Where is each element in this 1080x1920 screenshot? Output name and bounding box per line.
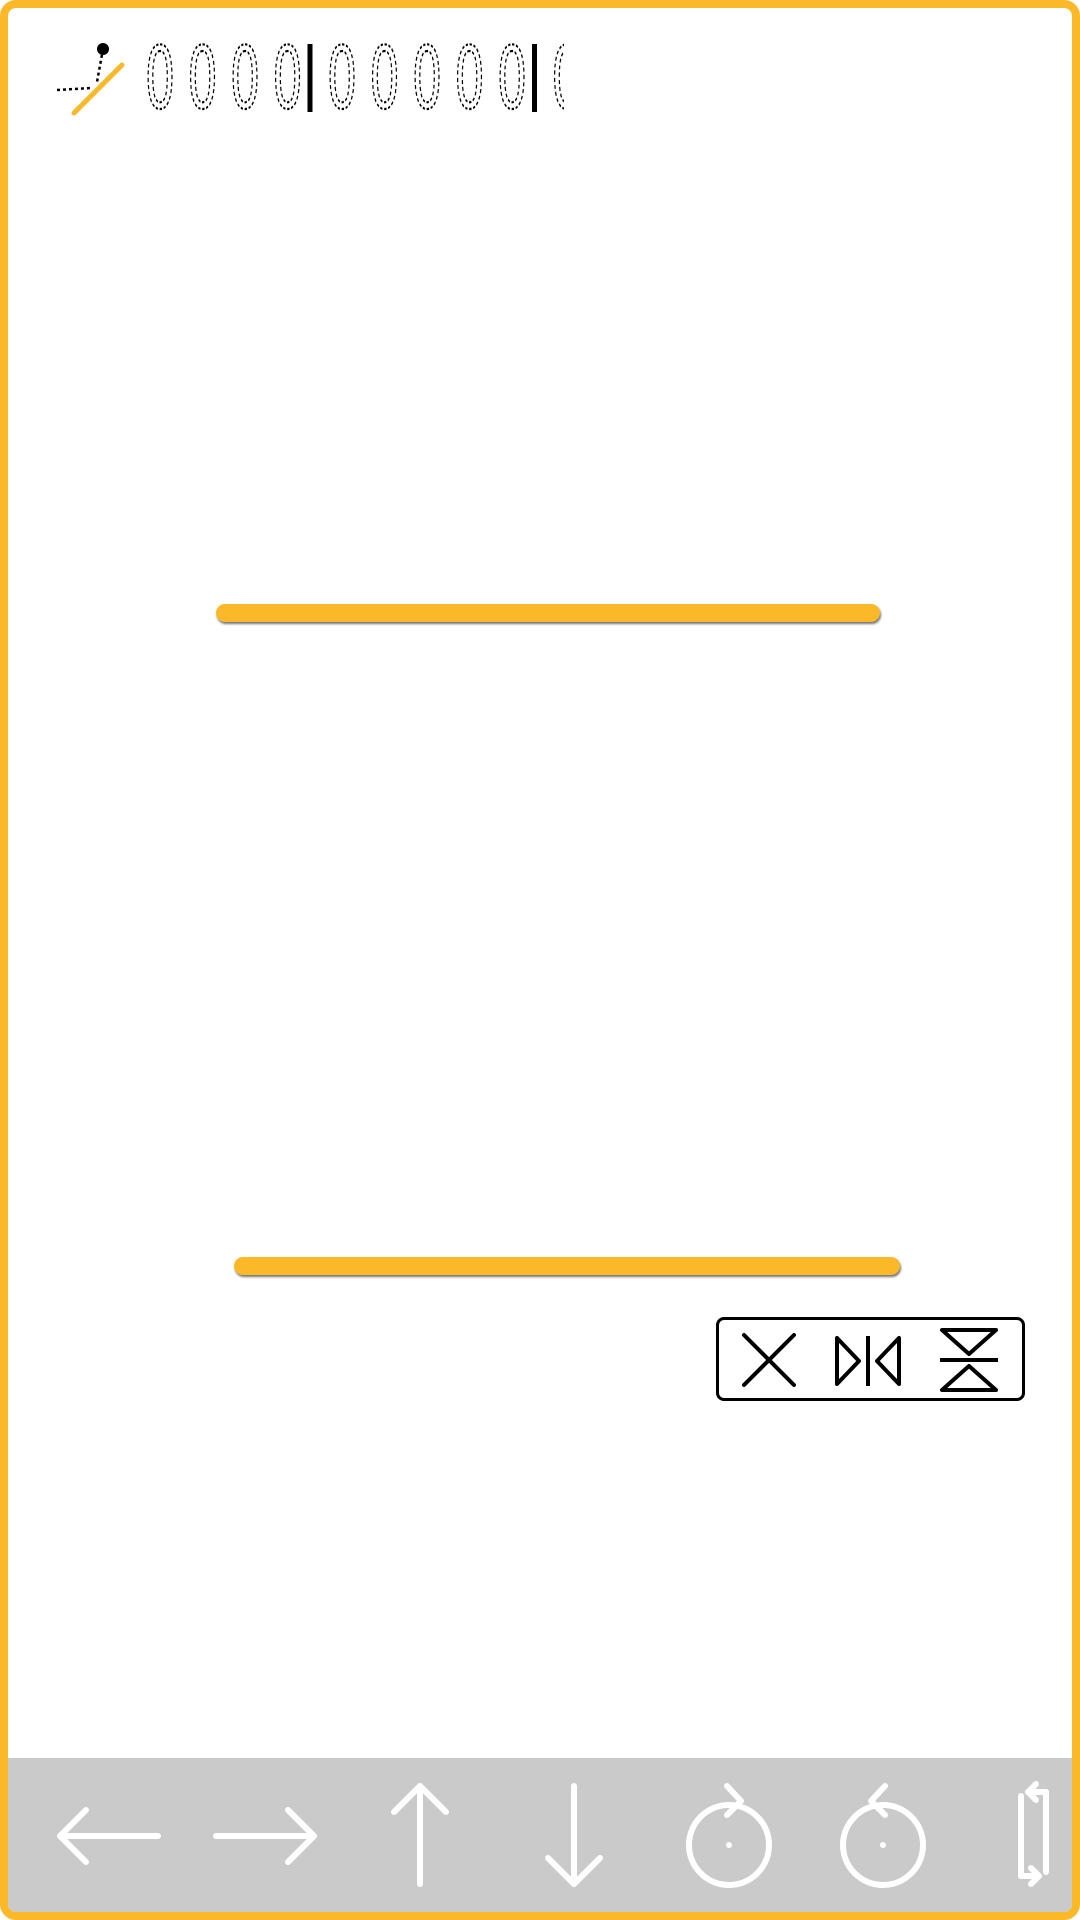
counter-digit: 0 bbox=[552, 32, 565, 122]
rotate-counterclockwise-button[interactable] bbox=[823, 1776, 943, 1896]
move-down-button[interactable] bbox=[514, 1776, 634, 1896]
arrow-down-icon bbox=[545, 1783, 603, 1887]
flip-vertical-button[interactable] bbox=[934, 1328, 1006, 1392]
flip-vertical-icon bbox=[940, 1328, 998, 1392]
rotate-clockwise-button[interactable] bbox=[669, 1776, 789, 1896]
arrow-left-icon bbox=[57, 1807, 161, 1865]
delete-button[interactable] bbox=[733, 1328, 805, 1392]
counter-digit: 0 bbox=[188, 32, 218, 122]
controls-bar bbox=[8, 1758, 1072, 1912]
arrow-right-icon bbox=[213, 1807, 317, 1865]
rotate-counterclockwise-icon bbox=[840, 1783, 926, 1888]
lower-platform[interactable] bbox=[234, 1257, 900, 1275]
close-icon bbox=[742, 1333, 796, 1387]
flip-horizontal-button[interactable] bbox=[832, 1328, 904, 1392]
upper-platform[interactable] bbox=[216, 604, 880, 622]
pendulum-angle-icon bbox=[56, 43, 125, 116]
counter-digit: 0 bbox=[497, 32, 527, 122]
score-counter: 0000000000 bbox=[44, 32, 564, 122]
swap-button[interactable] bbox=[996, 1776, 1072, 1896]
counter-digit: 0 bbox=[412, 32, 442, 122]
transform-panel bbox=[716, 1317, 1025, 1401]
counter-digit: 0 bbox=[370, 32, 400, 122]
move-right-button[interactable] bbox=[204, 1776, 324, 1896]
move-up-button[interactable] bbox=[360, 1776, 480, 1896]
arrow-up-icon bbox=[391, 1783, 449, 1887]
counter-digit: 0 bbox=[145, 32, 175, 122]
game-frame: 0000000000 bbox=[0, 0, 1080, 1920]
flip-horizontal-icon bbox=[835, 1336, 901, 1386]
counter-digit: 0 bbox=[455, 32, 485, 122]
counter-digit: 0 bbox=[230, 32, 260, 122]
counter-digit: 0 bbox=[327, 32, 357, 122]
swap-icon bbox=[1018, 1781, 1049, 1887]
move-left-button[interactable] bbox=[50, 1776, 170, 1896]
counter-digit: 0 bbox=[273, 32, 303, 122]
rotate-clockwise-icon bbox=[686, 1783, 772, 1888]
